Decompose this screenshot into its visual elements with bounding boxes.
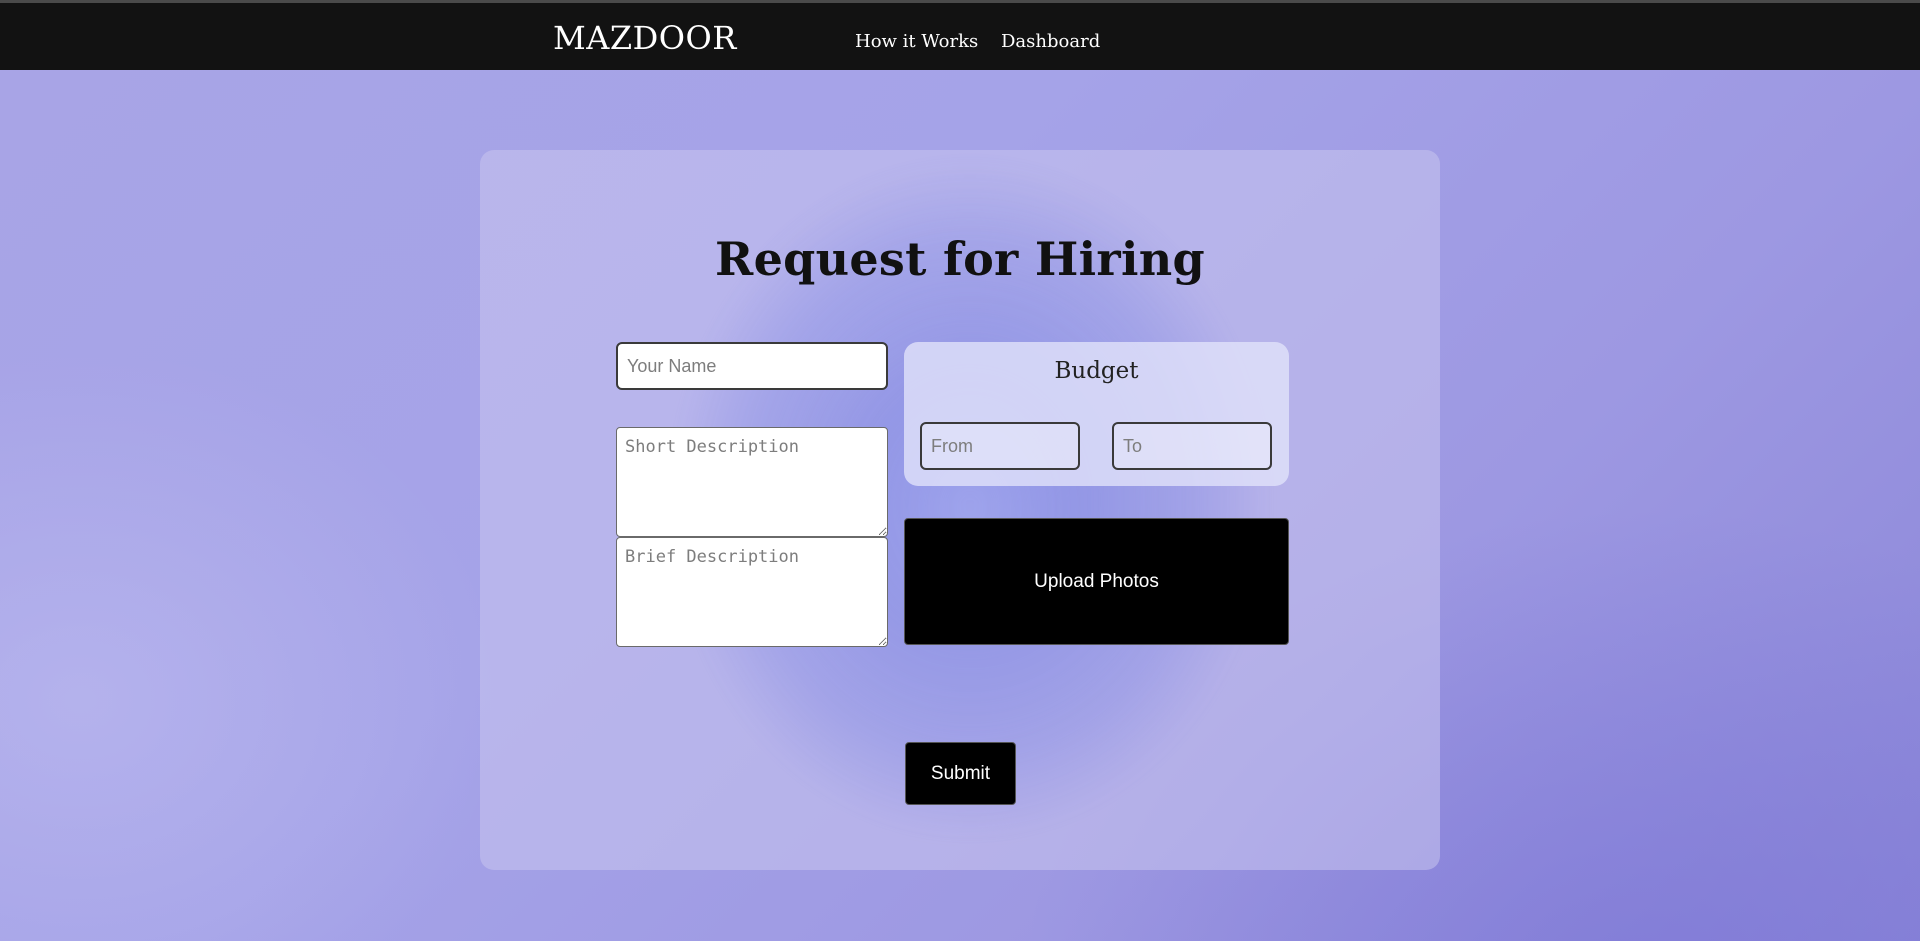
page-title: Request for Hiring <box>715 232 1205 286</box>
navbar: MAZDOOR How it Works Dashboard <box>0 3 1920 70</box>
form-container: Request for Hiring Budget Upload Photos … <box>480 150 1440 870</box>
nav-link-how-it-works[interactable]: How it Works <box>855 31 978 52</box>
brand-logo[interactable]: MAZDOOR <box>553 19 737 57</box>
budget-heading: Budget <box>1054 358 1139 384</box>
hiring-request-card: Request for Hiring Budget Upload Photos … <box>480 150 1440 870</box>
nav-link-dashboard[interactable]: Dashboard <box>1001 31 1100 52</box>
brief-description-textarea[interactable] <box>616 537 888 647</box>
budget-to-input[interactable] <box>1112 422 1272 470</box>
name-input[interactable] <box>616 342 888 390</box>
budget-from-input[interactable] <box>920 422 1080 470</box>
short-description-textarea[interactable] <box>616 427 888 537</box>
upload-photos-button[interactable]: Upload Photos <box>904 518 1289 645</box>
budget-section: Budget <box>904 342 1289 486</box>
submit-button[interactable]: Submit <box>905 742 1016 805</box>
